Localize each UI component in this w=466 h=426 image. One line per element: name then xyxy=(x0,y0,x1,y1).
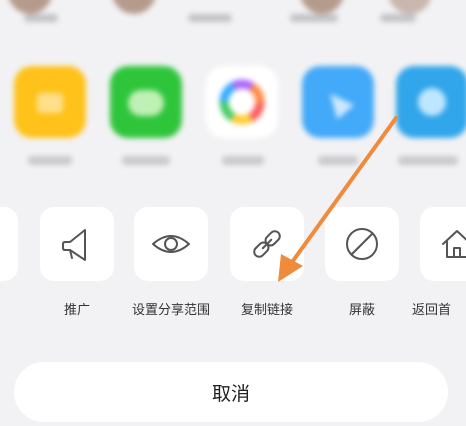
megaphone-icon xyxy=(62,229,86,261)
blurred-share-targets xyxy=(0,0,466,178)
partial-option-tile[interactable] xyxy=(0,207,18,281)
option-share-scope[interactable]: 设置分享范围 xyxy=(122,207,220,318)
app-name xyxy=(28,156,72,165)
contact-avatar[interactable] xyxy=(8,0,52,14)
app-glyph xyxy=(321,86,355,120)
app-tile[interactable] xyxy=(14,66,86,138)
link-icon xyxy=(253,230,281,258)
option-tile[interactable] xyxy=(420,207,466,281)
contact-name xyxy=(290,14,338,22)
color-wheel-icon xyxy=(219,79,265,125)
eye-icon xyxy=(152,235,190,253)
option-tile[interactable] xyxy=(40,207,114,281)
contact-avatar[interactable] xyxy=(300,0,344,14)
app-tile[interactable] xyxy=(206,66,278,138)
option-promote[interactable]: 推广 xyxy=(28,207,126,318)
app-tile[interactable] xyxy=(302,66,374,138)
option-block[interactable]: 屏蔽 xyxy=(313,207,411,318)
contact-name xyxy=(188,14,232,22)
contact-avatar[interactable] xyxy=(112,0,156,14)
option-label: 复制链接 xyxy=(240,303,293,318)
option-tile[interactable] xyxy=(325,207,399,281)
app-tile[interactable] xyxy=(396,66,466,138)
option-back-home[interactable]: 返回首 xyxy=(408,207,466,318)
option-tile[interactable] xyxy=(134,207,208,281)
block-icon xyxy=(346,228,378,260)
app-glyph xyxy=(418,88,446,116)
option-label: 设置分享范围 xyxy=(131,303,210,318)
app-name xyxy=(122,156,170,165)
app-tile[interactable] xyxy=(110,66,182,138)
option-copy-link[interactable]: 复制链接 xyxy=(218,207,316,318)
cancel-button[interactable]: 取消 xyxy=(14,362,448,422)
app-glyph xyxy=(128,90,164,116)
app-name xyxy=(398,156,458,165)
option-label: 返回首 xyxy=(412,303,452,318)
option-tile[interactable] xyxy=(230,207,304,281)
app-glyph xyxy=(37,93,63,113)
home-icon xyxy=(442,230,466,258)
app-name xyxy=(318,156,358,165)
option-label: 屏蔽 xyxy=(348,303,375,318)
contact-avatar[interactable] xyxy=(388,0,432,14)
share-sheet: 推广 设置分享范围 复制链接 屏蔽 返回首 取消 xyxy=(0,0,466,426)
contact-name xyxy=(380,14,416,22)
app-name xyxy=(222,156,264,165)
contact-name xyxy=(24,14,58,22)
